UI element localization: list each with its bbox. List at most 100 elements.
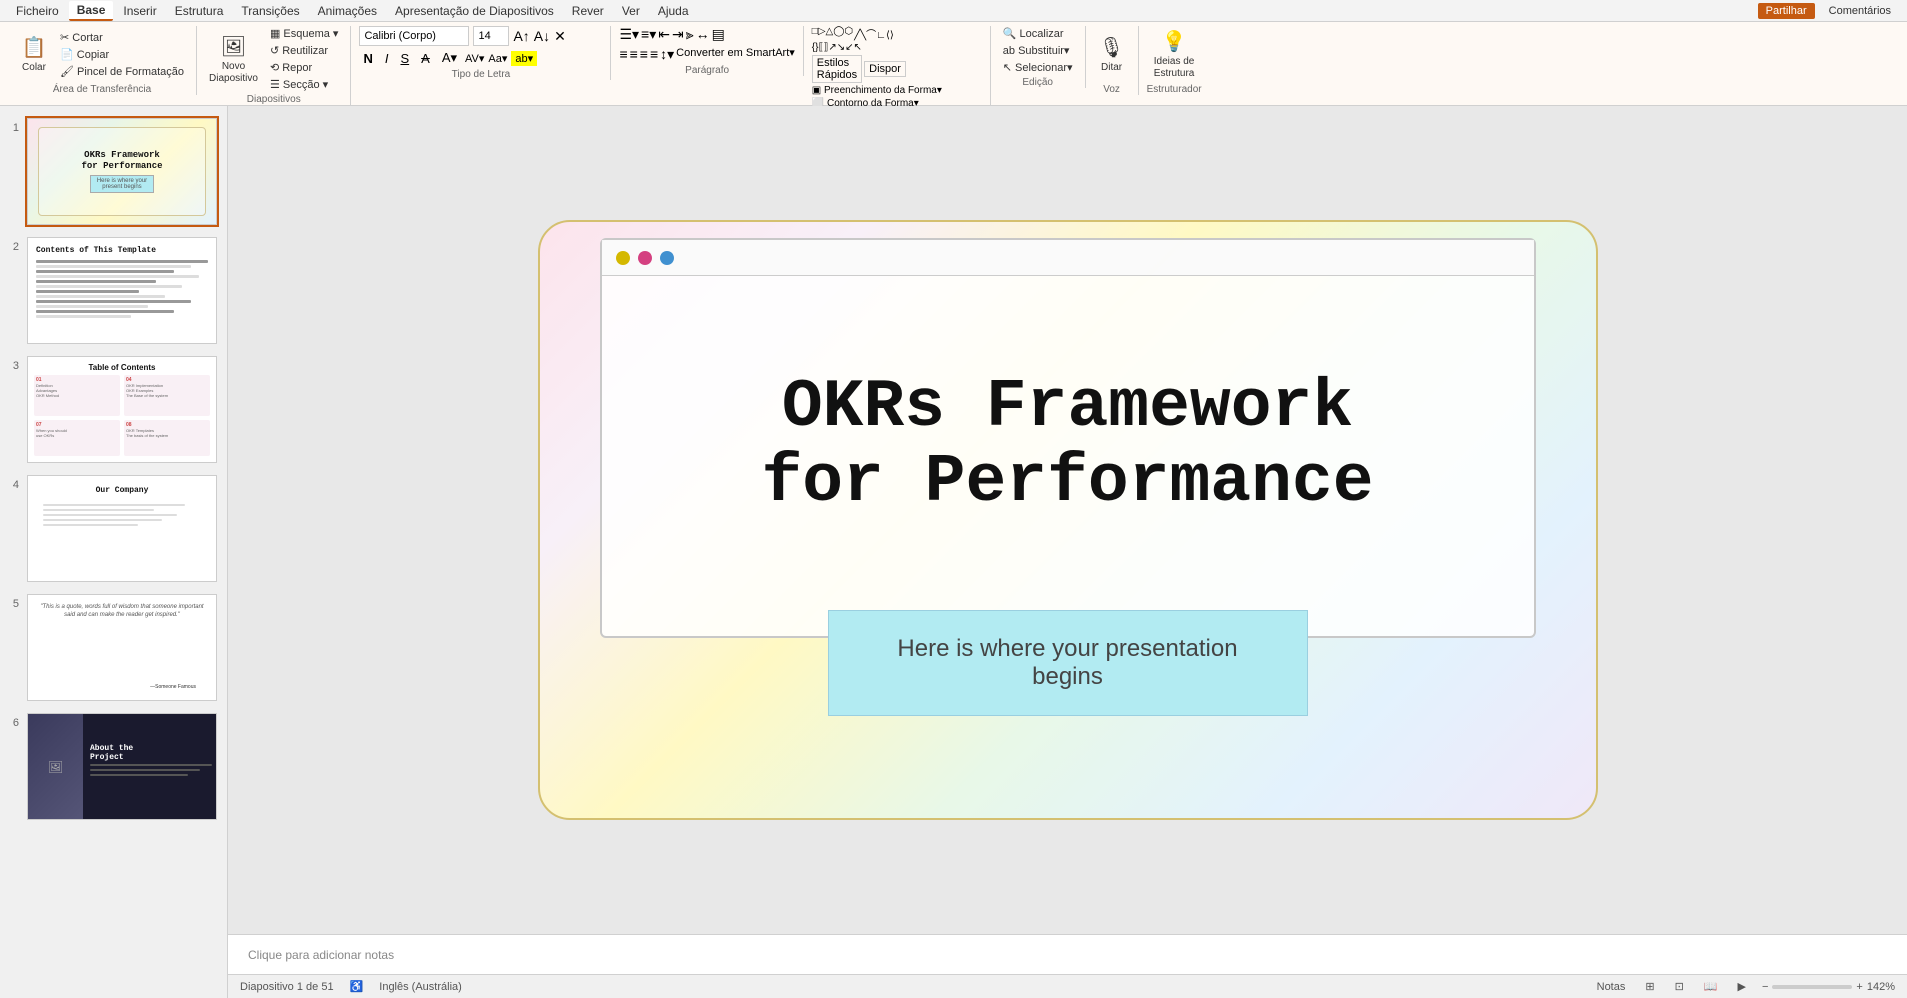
dictate-button[interactable]: 🎙 Ditar	[1094, 26, 1130, 82]
slide-thumbnail-2[interactable]: 2 Contents of This Template	[4, 233, 223, 348]
font-section: A↑ A↓ ✕ N I S A A▾ AV▾ Aa▾ ab▾ Tipo de L…	[351, 26, 611, 80]
align-left-button[interactable]: ≡	[619, 46, 627, 63]
slide-sorter-button[interactable]: ⊡	[1671, 979, 1688, 994]
accessibility-icon[interactable]: ♿	[350, 980, 364, 993]
dispor-button[interactable]: Dispor	[864, 61, 906, 77]
slide-thumbnail-4[interactable]: 4 Our Company	[4, 471, 223, 586]
section-button[interactable]: ☰ Secção ▾	[266, 77, 343, 92]
normal-view-button[interactable]: ⊞	[1641, 979, 1658, 994]
case-button[interactable]: Aa▾	[488, 52, 507, 65]
font-family-input[interactable]	[359, 26, 469, 46]
design-ideas-button[interactable]: 💡 Ideias deEstrutura	[1147, 26, 1202, 82]
slide-preview-2: Contents of This Template	[27, 237, 217, 344]
slide-wrap-1: OKRs Frameworkfor Performance Here is wh…	[25, 116, 219, 227]
slideshow-button[interactable]: ▶	[1734, 979, 1750, 994]
slides-tools: 🖼 NovoDiapositivo ▦ Esquema ▾ ↺ Reutiliz…	[205, 26, 342, 92]
main-slide[interactable]: OKRs Frameworkfor Performance Here is wh…	[538, 220, 1598, 820]
zoom-in-button[interactable]: +	[1856, 981, 1862, 993]
slide3-cell-4: 08 OKR TemplatesThe basis of the system	[124, 420, 210, 456]
comments-button[interactable]: Comentários	[1821, 3, 1899, 19]
cut-button[interactable]: ✂ Cortar	[56, 30, 188, 45]
menu-base[interactable]: Base	[69, 1, 114, 21]
smartart-button[interactable]: Converter em SmartArt▾	[676, 46, 795, 63]
status-right: Notas ⊞ ⊡ 📖 ▶ − + 142%	[1593, 979, 1895, 994]
slide-thumbnail-5[interactable]: 5 "This is a quote, words full of wisdom…	[4, 590, 223, 705]
notes-toggle-button[interactable]: Notas	[1593, 980, 1630, 994]
select-button[interactable]: ↖ Selecionar▾	[999, 60, 1077, 75]
font-decrease-button[interactable]: A↓	[534, 28, 550, 44]
menu-apresentacao[interactable]: Apresentação de Diapositivos	[387, 2, 562, 20]
bullet-list-button[interactable]: ☰▾	[619, 26, 639, 43]
slide-wrap-5: "This is a quote, words full of wisdom t…	[25, 592, 219, 703]
microphone-icon: 🎙	[1099, 35, 1124, 60]
align-center-button[interactable]: ≡	[630, 46, 638, 63]
ribbon: 📋 Colar ✂ Cortar 📄 Copiar 🖌 Pincel de Fo…	[0, 22, 1907, 106]
main-area: 1 OKRs Frameworkfor Performance Here is …	[0, 106, 1907, 998]
notes-placeholder: Clique para adicionar notas	[248, 948, 394, 962]
slide-subtitle-box[interactable]: Here is where your presentation begins	[828, 610, 1308, 716]
justify-button[interactable]: ≡	[650, 46, 658, 63]
new-slide-button[interactable]: 🖼 NovoDiapositivo	[205, 31, 262, 87]
column-button[interactable]: ⫸	[686, 26, 694, 43]
paste-button[interactable]: 📋 Colar	[16, 26, 52, 82]
text-direction-button[interactable]: ↔	[696, 26, 710, 43]
browser-frame: OKRs Frameworkfor Performance Here is wh…	[600, 238, 1536, 638]
char-spacing-button[interactable]: AV▾	[465, 52, 484, 65]
slide-thumbnail-1[interactable]: 1 OKRs Frameworkfor Performance Here is …	[4, 114, 223, 229]
decrease-indent-button[interactable]: ⇤	[658, 26, 670, 43]
slide-number-6: 6	[8, 717, 19, 729]
slide6-thumb-title: About theProject	[90, 744, 133, 762]
menu-ver[interactable]: Ver	[614, 2, 648, 20]
zoom-control: − + 142%	[1762, 981, 1895, 993]
menu-animacoes[interactable]: Animações	[310, 2, 385, 20]
status-bar: Diapositivo 1 de 51 ♿ Inglês (Austrália)…	[228, 974, 1907, 998]
format-painter-button[interactable]: 🖌 Pincel de Formatação	[56, 64, 188, 79]
zoom-slider[interactable]	[1772, 985, 1852, 989]
font-size-input[interactable]	[473, 26, 509, 46]
menu-inserir[interactable]: Inserir	[115, 2, 164, 20]
replace-button[interactable]: ab Substituir▾	[999, 43, 1077, 58]
increase-indent-button[interactable]: ⇥	[672, 26, 684, 43]
slide-thumbnail-3[interactable]: 3 Table of Contents 01 DefinitionAdvanta…	[4, 352, 223, 467]
slide2-lines	[36, 260, 208, 318]
edit-tools: 🔍 Localizar ab Substituir▾ ↖ Selecionar▾	[999, 26, 1077, 75]
align-right-button[interactable]: ≡	[640, 46, 648, 63]
menu-estrutura[interactable]: Estrutura	[167, 2, 232, 20]
zoom-level: 142%	[1867, 981, 1895, 993]
bold-button[interactable]: N	[359, 50, 376, 67]
menu-rever[interactable]: Rever	[564, 2, 612, 20]
slide-thumbnail-6[interactable]: 6 🖼 About theProject	[4, 709, 223, 824]
scroll-spacer	[4, 828, 223, 848]
numbered-list-button[interactable]: ≡▾	[641, 26, 656, 43]
font-color-button[interactable]: A▾	[438, 49, 461, 67]
slides-panel: 1 OKRs Frameworkfor Performance Here is …	[0, 106, 228, 998]
menu-transicoes[interactable]: Transições	[233, 2, 307, 20]
font-clear-button[interactable]: ✕	[554, 28, 566, 45]
slide3-grid: 01 DefinitionAdvantagesOKR Method 04 OKR…	[34, 375, 210, 456]
reading-view-button[interactable]: 📖	[1700, 979, 1722, 994]
slide3-cell-3: 07 When you shoulduse OKRs	[34, 420, 120, 456]
italic-button[interactable]: I	[381, 50, 393, 67]
share-button[interactable]: Partilhar	[1758, 3, 1815, 19]
notes-area[interactable]: Clique para adicionar notas	[228, 934, 1907, 974]
copy-button[interactable]: 📄 Copiar	[56, 47, 188, 62]
zoom-out-button[interactable]: −	[1762, 981, 1768, 993]
quick-styles-button[interactable]: EstilosRápidos	[812, 55, 862, 83]
highlight-button[interactable]: ab▾	[511, 51, 537, 66]
reuse-button[interactable]: ↺ Reutilizar	[266, 43, 343, 58]
text-align-button[interactable]: ▤	[712, 26, 725, 43]
slide4-thumb-title: Our Company	[28, 486, 216, 495]
menu-ajuda[interactable]: Ajuda	[650, 2, 697, 20]
slide6-thumb-image: 🖼	[28, 714, 83, 819]
repor-button[interactable]: ⟲ Repor	[266, 60, 343, 75]
strikethrough-button[interactable]: A	[417, 50, 434, 67]
layout-button[interactable]: ▦ Esquema ▾	[266, 26, 343, 41]
lightbulb-icon: 💡	[1162, 29, 1187, 54]
find-button[interactable]: 🔍 Localizar	[999, 26, 1077, 41]
fill-shape-button[interactable]: ▣ Preenchimento da Forma▾	[812, 85, 942, 96]
underline-button[interactable]: S	[396, 50, 413, 67]
menu-ficheiro[interactable]: Ficheiro	[8, 2, 67, 20]
slide-number-1: 1	[8, 122, 19, 134]
line-spacing-button[interactable]: ↕▾	[660, 46, 674, 63]
font-increase-button[interactable]: A↑	[513, 28, 529, 44]
